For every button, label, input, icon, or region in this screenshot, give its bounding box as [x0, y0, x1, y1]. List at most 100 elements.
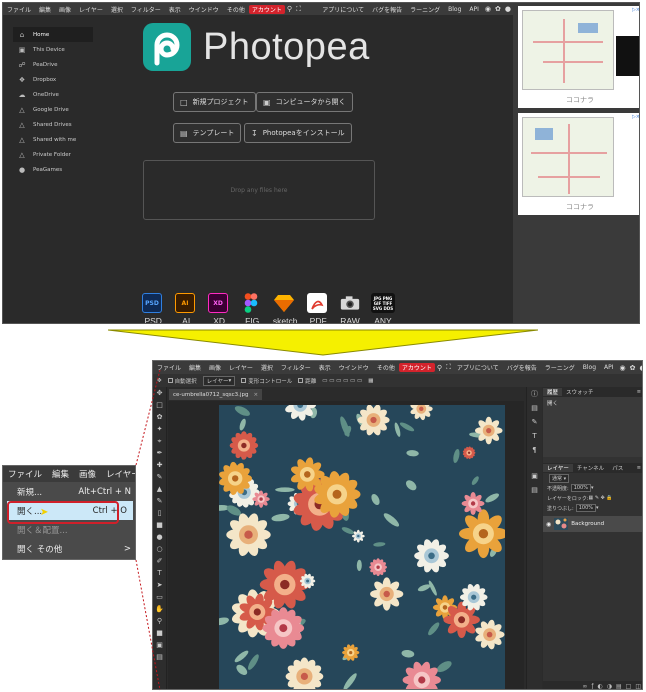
menu-file[interactable]: ファイル: [153, 363, 185, 372]
menu-api[interactable]: API: [600, 364, 618, 371]
menu-layer[interactable]: レイヤー: [225, 363, 257, 372]
menu-learning[interactable]: ラーニング: [541, 363, 579, 372]
sidebar-item-private-folder[interactable]: △ Private Folder: [13, 147, 93, 162]
paragraph-icon[interactable]: ¶: [527, 443, 542, 457]
format-psd[interactable]: PSD .PSD: [136, 293, 168, 323]
facebook-icon[interactable]: ●: [638, 364, 643, 372]
menu-layer[interactable]: レイヤー: [75, 5, 107, 14]
sidebar-item-this-device[interactable]: ▣ This Device: [13, 42, 93, 57]
eye-icon[interactable]: ◉: [546, 521, 551, 528]
layer-row-background[interactable]: ◉ Background: [543, 516, 642, 532]
ad-info-icon[interactable]: ▷×: [632, 7, 639, 13]
blend-mode-select[interactable]: 通常 ▾: [549, 473, 570, 483]
format-sketch[interactable]: .sketch: [268, 293, 300, 323]
healing-tool[interactable]: ✚: [153, 459, 167, 471]
tab-channels[interactable]: チャンネル: [573, 464, 608, 472]
menu-item-new[interactable]: 新規... Alt+Ctrl + N: [3, 482, 135, 501]
magic-wand-tool[interactable]: ✦: [153, 423, 167, 435]
format-raw[interactable]: RAW: [334, 293, 366, 323]
mask-icon[interactable]: ◐: [597, 683, 602, 690]
menu-edit[interactable]: 編集: [185, 363, 205, 372]
menu-learning[interactable]: ラーニング: [406, 5, 444, 14]
tab-swatches[interactable]: スウォッチ: [562, 388, 598, 396]
panel-menu-icon[interactable]: ≡: [637, 389, 642, 395]
menu-about[interactable]: アプリについて: [453, 363, 503, 372]
open-from-computer-button[interactable]: ▣ コンピュータから開く: [256, 92, 353, 112]
history-brush-tool[interactable]: ✎: [153, 495, 167, 507]
pen-tool[interactable]: ✐: [153, 555, 167, 567]
menu-file[interactable]: ファイル: [3, 468, 47, 480]
format-xd[interactable]: XD .XD: [202, 293, 234, 323]
path-select-tool[interactable]: ➤: [153, 579, 167, 591]
dropdown-arrow-icon[interactable]: ▾: [591, 485, 594, 491]
align-icons[interactable]: ▭ ▭ ▭ ▭ ▭ ▭: [322, 378, 362, 384]
image-canvas[interactable]: [219, 405, 505, 689]
sidebar-item-shared-drives[interactable]: △ Shared Drives: [13, 117, 93, 132]
fill-input[interactable]: 100%: [575, 504, 597, 512]
document-tab[interactable]: ce-umbrella0712_sqsc3.jpg ×: [169, 389, 263, 400]
twitter-icon[interactable]: ✿: [628, 364, 638, 372]
grid-icon[interactable]: ▦: [368, 378, 373, 384]
menu-select[interactable]: 選択: [107, 5, 127, 14]
format-ai[interactable]: AI .AI: [169, 293, 201, 323]
menu-blog[interactable]: Blog: [579, 364, 600, 371]
sidebar-item-peadrive[interactable]: ☍ PeaDrive: [13, 57, 93, 72]
menu-api[interactable]: API: [465, 6, 483, 13]
menu-report-bug[interactable]: バグを報告: [368, 5, 406, 14]
menu-blog[interactable]: Blog: [444, 6, 465, 13]
eraser-tool[interactable]: ▯: [153, 507, 167, 519]
folder-icon[interactable]: ▤: [616, 683, 622, 690]
crop-tool[interactable]: ⌖: [153, 435, 167, 447]
account-button[interactable]: アカウント: [248, 4, 285, 14]
menu-edit[interactable]: 編集: [47, 468, 74, 480]
lasso-tool[interactable]: ✿: [153, 411, 167, 423]
sidebar-item-shared-with-me[interactable]: △ Shared with me: [13, 132, 93, 147]
twitter-icon[interactable]: ✿: [493, 5, 503, 13]
menu-file[interactable]: ファイル: [3, 5, 35, 14]
menu-more[interactable]: その他: [223, 5, 249, 14]
menu-about[interactable]: アプリについて: [318, 5, 368, 14]
format-fig[interactable]: .FIG: [235, 293, 267, 323]
zoom-tool[interactable]: ⚲: [153, 615, 167, 627]
properties-icon[interactable]: ▤: [527, 401, 542, 415]
transform-controls-checkbox[interactable]: 変形コントロール: [241, 377, 292, 385]
brush-tool[interactable]: ✎: [153, 471, 167, 483]
reddit-icon[interactable]: ◉: [483, 5, 493, 13]
layer-select-dropdown[interactable]: レイヤー ▾: [202, 375, 236, 386]
gradient-tool[interactable]: ■: [153, 519, 167, 531]
templates-button[interactable]: ▤ テンプレート: [173, 123, 242, 143]
menu-filter[interactable]: フィルター: [277, 363, 315, 372]
panel-menu-icon[interactable]: ≡: [637, 465, 642, 471]
distance-checkbox[interactable]: 距離: [298, 377, 316, 385]
quick-mask-icon[interactable]: ▣: [153, 639, 167, 651]
search-icon[interactable]: ⚲: [285, 5, 294, 13]
search-icon[interactable]: ⚲: [435, 364, 444, 372]
close-icon[interactable]: ×: [253, 392, 258, 398]
ad-banner[interactable]: ▷× ココナラ: [518, 113, 639, 215]
menu-layer[interactable]: レイヤー: [101, 468, 135, 480]
canvas-area[interactable]: [168, 401, 524, 689]
info-icon[interactable]: ⓘ: [527, 387, 542, 401]
menu-image[interactable]: 画像: [74, 468, 101, 480]
css-icon[interactable]: ▣: [527, 469, 542, 483]
tab-history[interactable]: 履歴: [543, 388, 563, 396]
opacity-input[interactable]: 100%: [570, 484, 591, 492]
sidebar-item-dropbox[interactable]: ❖ Dropbox: [13, 72, 93, 87]
menu-select[interactable]: 選択: [257, 363, 277, 372]
facebook-icon[interactable]: ●: [503, 5, 513, 13]
menu-edit[interactable]: 編集: [35, 5, 55, 14]
eyedropper-tool[interactable]: ✒: [153, 447, 167, 459]
auto-select-checkbox[interactable]: 自動選択: [167, 377, 197, 385]
tab-paths[interactable]: パス: [608, 464, 627, 472]
blur-tool[interactable]: ●: [153, 531, 167, 543]
file-dropzone[interactable]: Drop any files here: [143, 160, 375, 220]
sidebar-item-home[interactable]: ⌂ Home: [13, 27, 93, 42]
menu-window[interactable]: ウインドウ: [335, 363, 373, 372]
menu-window[interactable]: ウインドウ: [185, 5, 223, 14]
stamp-tool[interactable]: ▲: [153, 483, 167, 495]
history-item[interactable]: 開く: [547, 399, 640, 407]
shape-tool[interactable]: ▭: [153, 591, 167, 603]
dropdown-arrow-icon[interactable]: ▾: [596, 505, 599, 511]
format-pdf[interactable]: .PDF: [301, 293, 333, 323]
adjustment-icon[interactable]: ◑: [607, 683, 612, 690]
